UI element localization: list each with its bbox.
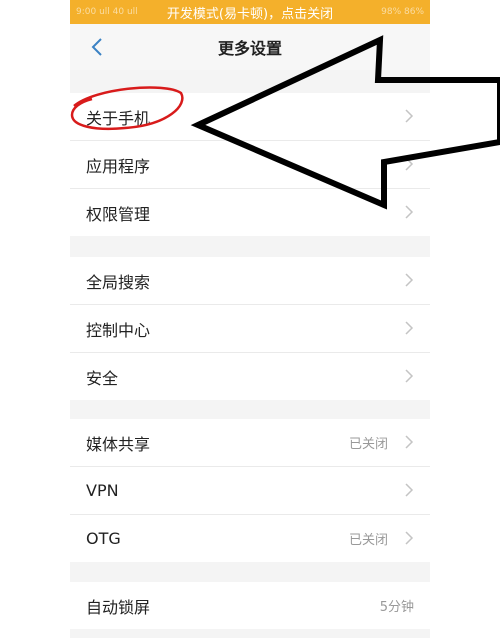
settings-item-global-search[interactable]: 全局搜索 (70, 257, 430, 305)
settings-item-label: 控制中心 (86, 320, 151, 340)
settings-group-3: 媒体共享 已关闭 VPN OTG 已关闭 (70, 419, 430, 562)
settings-item-media-sharing[interactable]: 媒体共享 已关闭 (70, 419, 430, 467)
settings-item-label: 安全 (86, 368, 119, 388)
chevron-right-icon (405, 109, 414, 123)
settings-group-2: 全局搜索 控制中心 安全 (70, 257, 430, 400)
settings-item-label: OTG (86, 529, 121, 548)
chevron-right-icon (405, 205, 414, 219)
settings-group-1: 关于手机 应用程序 权限管理 (70, 93, 430, 236)
settings-item-label: 全局搜索 (86, 272, 151, 292)
settings-item-permissions[interactable]: 权限管理 (70, 189, 430, 236)
settings-group-4: 自动锁屏 5分钟 (70, 582, 430, 629)
status-bar-right-ghost: 98% 86% (381, 7, 424, 17)
chevron-right-icon (405, 483, 414, 497)
settings-item-otg[interactable]: OTG 已关闭 (70, 515, 430, 562)
settings-item-label: 应用程序 (86, 156, 151, 176)
settings-item-control-center[interactable]: 控制中心 (70, 305, 430, 353)
settings-item-label: 媒体共享 (86, 434, 151, 454)
settings-item-apps[interactable]: 应用程序 (70, 141, 430, 189)
settings-item-label: VPN (86, 481, 119, 500)
chevron-right-icon (405, 157, 414, 171)
chevron-right-icon (405, 369, 414, 383)
settings-item-label: 自动锁屏 (86, 597, 151, 617)
settings-item-about-phone[interactable]: 关于手机 (70, 93, 430, 141)
settings-item-auto-lock[interactable]: 自动锁屏 5分钟 (70, 582, 430, 629)
chevron-right-icon (405, 321, 414, 335)
navigation-bar: 更多设置 (70, 24, 430, 70)
back-arrow-icon (91, 38, 102, 56)
settings-item-value: 已关闭 (348, 533, 388, 548)
page-title: 更多设置 (217, 39, 282, 58)
settings-item-label: 权限管理 (86, 204, 151, 224)
settings-item-value: 5分钟 (379, 600, 414, 615)
settings-item-value: 已关闭 (348, 437, 388, 452)
chevron-right-icon (405, 435, 414, 449)
settings-item-label: 关于手机 (86, 108, 151, 128)
settings-item-security[interactable]: 安全 (70, 353, 430, 400)
status-bar-left-ghost: 9:00 ull 40 ull (76, 7, 138, 17)
chevron-right-icon (405, 273, 414, 287)
developer-mode-text: 开发模式(易卡顿)，点击关闭 (166, 6, 334, 22)
settings-screen: 9:00 ull 40 ull 开发模式(易卡顿)，点击关闭 98% 86% 更… (70, 0, 430, 638)
back-button[interactable] (86, 36, 108, 58)
chevron-right-icon (405, 531, 414, 545)
developer-mode-bar[interactable]: 9:00 ull 40 ull 开发模式(易卡顿)，点击关闭 98% 86% (70, 0, 430, 24)
settings-item-vpn[interactable]: VPN (70, 467, 430, 515)
